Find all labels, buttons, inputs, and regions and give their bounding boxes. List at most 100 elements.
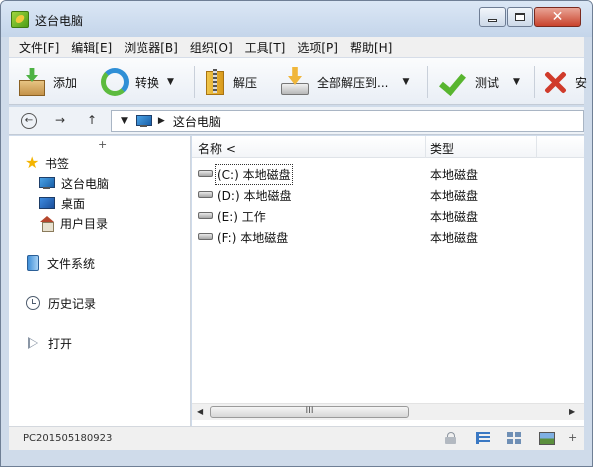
menu-browser[interactable]: 浏览器[B] bbox=[118, 39, 184, 56]
close-button[interactable]: ✕ bbox=[534, 7, 581, 27]
address-field[interactable]: ▼ ▶ 这台电脑 bbox=[111, 110, 584, 132]
status-bar: PC201505180923 + bbox=[9, 426, 584, 450]
breadcrumb-chevron-icon[interactable]: ▶ bbox=[158, 116, 165, 126]
sidebar-label: 历史记录 bbox=[48, 296, 97, 311]
sidebar-item-open[interactable]: 打开 bbox=[28, 334, 72, 352]
file-type: 本地磁盘 bbox=[430, 189, 479, 203]
minimize-icon bbox=[488, 18, 497, 22]
computer-name: PC201505180923 bbox=[23, 433, 113, 444]
delete-x-icon bbox=[543, 70, 567, 94]
extract-button[interactable]: 解压 bbox=[203, 66, 257, 98]
thumbnail-view-icon[interactable] bbox=[539, 432, 555, 445]
menu-tools[interactable]: 工具[T] bbox=[239, 39, 292, 56]
file-type: 本地磁盘 bbox=[430, 231, 479, 245]
checkmark-icon bbox=[439, 70, 465, 94]
toolbar-separator bbox=[534, 66, 535, 98]
file-name[interactable]: (D:) 本地磁盘 bbox=[217, 187, 291, 204]
address-bar: ← → ↑ ▼ ▶ 这台电脑 bbox=[9, 107, 584, 135]
menu-bar: 文件[F] 编辑[E] 浏览器[B] 组织[O] 工具[T] 选项[P] 帮助[… bbox=[9, 37, 584, 57]
maximize-icon bbox=[515, 13, 525, 21]
file-name[interactable]: (C:) 本地磁盘 bbox=[215, 164, 293, 185]
forward-button[interactable]: → bbox=[55, 113, 65, 127]
lock-icon[interactable] bbox=[445, 432, 457, 444]
toolbar: 添加 转换 ▼ 解压 全部解压到... ▼ 测试 ▼ 安 bbox=[9, 57, 587, 105]
sidebar-label: 用户目录 bbox=[60, 216, 109, 231]
title-bar[interactable]: 这台电脑 ✕ bbox=[1, 1, 592, 37]
drive-icon bbox=[198, 212, 213, 219]
open-arrow-icon bbox=[28, 337, 38, 349]
column-divider[interactable] bbox=[425, 136, 426, 158]
menu-file[interactable]: 文件[F] bbox=[13, 39, 65, 56]
grid-view-icon[interactable] bbox=[507, 432, 521, 444]
back-button[interactable]: ← bbox=[21, 113, 37, 129]
clock-icon bbox=[26, 296, 40, 310]
convert-button[interactable]: 转换 ▼ bbox=[101, 66, 174, 98]
sidebar-item-bookmarks[interactable]: ★ 书签 bbox=[25, 154, 69, 172]
file-name[interactable]: (F:) 本地磁盘 bbox=[217, 229, 288, 246]
sidebar-item-user-directory[interactable]: 用户目录 bbox=[40, 214, 108, 232]
sidebar-item-desktop[interactable]: 桌面 bbox=[39, 194, 85, 212]
sidebar-item-filesystem[interactable]: 文件系统 bbox=[27, 254, 95, 272]
breadcrumb-current[interactable]: 这台电脑 bbox=[173, 113, 221, 130]
horizontal-scrollbar[interactable]: ◀ III ▶ bbox=[192, 403, 584, 420]
sidebar-label: 桌面 bbox=[61, 196, 86, 211]
convert-dropdown-icon[interactable]: ▼ bbox=[167, 77, 174, 87]
menu-organize[interactable]: 组织[O] bbox=[184, 39, 239, 56]
app-logo-icon bbox=[11, 11, 29, 28]
home-icon bbox=[40, 216, 54, 232]
menu-edit[interactable]: 编辑[E] bbox=[65, 39, 118, 56]
up-button[interactable]: ↑ bbox=[87, 113, 97, 127]
scroll-right-icon[interactable]: ▶ bbox=[569, 407, 575, 416]
scrollbar-thumb[interactable]: III bbox=[210, 406, 409, 418]
zip-file-icon bbox=[203, 67, 227, 97]
add-button[interactable]: 添加 bbox=[17, 66, 77, 98]
extract-all-label: 全部解压到... bbox=[317, 75, 389, 90]
sidebar-item-history[interactable]: 历史记录 bbox=[26, 294, 96, 312]
close-icon: ✕ bbox=[551, 9, 564, 25]
extract-all-button[interactable]: 全部解压到... ▼ bbox=[279, 66, 409, 98]
delete-button[interactable]: 安 bbox=[543, 66, 587, 98]
column-type[interactable]: 类型 bbox=[430, 140, 454, 157]
drive-icon bbox=[198, 233, 213, 240]
sidebar-label: 打开 bbox=[48, 336, 73, 351]
add-bookmark-icon[interactable]: + bbox=[98, 138, 107, 151]
window-title: 这台电脑 bbox=[35, 14, 84, 28]
maximize-button[interactable] bbox=[507, 7, 533, 27]
extract-all-dropdown-icon[interactable]: ▼ bbox=[402, 77, 409, 87]
file-name[interactable]: (E:) 工作 bbox=[217, 208, 266, 225]
minimize-button[interactable] bbox=[479, 7, 506, 27]
window-bottom-border bbox=[1, 450, 592, 466]
scroll-left-icon[interactable]: ◀ bbox=[197, 407, 203, 416]
file-row[interactable]: (D:) 本地磁盘 本地磁盘 bbox=[192, 184, 584, 204]
column-divider[interactable] bbox=[536, 136, 537, 158]
drive-icon bbox=[198, 191, 213, 198]
toolbar-separator bbox=[194, 66, 195, 98]
add-icon[interactable]: + bbox=[568, 431, 577, 444]
toolbar-separator bbox=[427, 66, 428, 98]
file-type: 本地磁盘 bbox=[430, 210, 479, 224]
drive-icon bbox=[198, 170, 213, 177]
history-dropdown-icon[interactable]: ▼ bbox=[121, 116, 128, 126]
sidebar-label: 这台电脑 bbox=[61, 176, 110, 191]
file-row[interactable]: (E:) 工作 本地磁盘 bbox=[192, 205, 584, 225]
menu-help[interactable]: 帮助[H] bbox=[344, 39, 398, 56]
menu-options[interactable]: 选项[P] bbox=[291, 39, 344, 56]
file-row[interactable]: (C:) 本地磁盘 本地磁盘 bbox=[192, 163, 584, 185]
add-label: 添加 bbox=[53, 75, 78, 90]
test-button[interactable]: 测试 ▼ bbox=[439, 66, 520, 98]
convert-label: 转换 bbox=[135, 75, 160, 90]
file-system-icon bbox=[27, 255, 39, 271]
column-name[interactable]: 名称 < bbox=[198, 140, 236, 157]
sidebar-item-this-pc[interactable]: 这台电脑 bbox=[39, 174, 109, 192]
file-list: 名称 < 类型 (C:) 本地磁盘 本地磁盘 (D:) 本地磁盘 本地磁盘 (E… bbox=[192, 136, 584, 426]
sidebar-label: 文件系统 bbox=[47, 256, 96, 271]
test-dropdown-icon[interactable]: ▼ bbox=[513, 77, 520, 87]
test-label: 测试 bbox=[475, 75, 500, 90]
list-view-icon[interactable] bbox=[476, 432, 490, 444]
extract-all-icon bbox=[279, 67, 311, 97]
star-icon: ★ bbox=[25, 153, 40, 172]
sidebar: + ★ 书签 这台电脑 桌面 用户目录 文件系统 历史记录 打开 bbox=[9, 136, 191, 426]
monitor-icon bbox=[39, 176, 55, 190]
file-row[interactable]: (F:) 本地磁盘 本地磁盘 bbox=[192, 226, 584, 246]
convert-icon bbox=[101, 68, 129, 96]
